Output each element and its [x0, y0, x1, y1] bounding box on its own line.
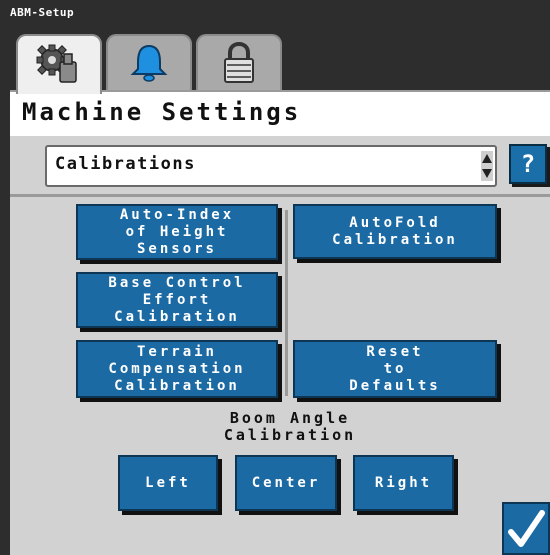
boom-center-button[interactable]: Center [235, 455, 337, 511]
tab-lock[interactable] [196, 34, 282, 90]
setup-window: ABM-Setup Machine Settings Calibrations … [0, 0, 550, 555]
checkmark-icon [508, 509, 545, 547]
base-control-effort-calibration-button[interactable]: Base Control Effort Calibration [76, 272, 278, 328]
tab-alarms[interactable] [106, 34, 192, 90]
page-title: Machine Settings [22, 98, 302, 126]
autofold-calibration-button[interactable]: AutoFold Calibration [293, 204, 497, 259]
app-title: ABM-Setup [10, 6, 75, 19]
lock-icon [224, 42, 254, 83]
dropdown-value: Calibrations [55, 154, 196, 174]
confirm-button[interactable] [502, 502, 550, 555]
section-divider [10, 194, 550, 197]
reset-to-defaults-button[interactable]: Reset to Defaults [293, 340, 497, 398]
boom-left-button[interactable]: Left [118, 455, 218, 511]
bell-icon [130, 44, 168, 82]
tab-settings[interactable] [16, 34, 102, 94]
terrain-compensation-calibration-button[interactable]: Terrain Compensation Calibration [76, 340, 278, 398]
boom-angle-calibration-label: Boom Angle Calibration [223, 409, 357, 444]
gears-icon [36, 44, 77, 83]
help-button[interactable]: ? [509, 144, 547, 184]
category-dropdown[interactable]: Calibrations [45, 145, 497, 187]
column-divider [285, 210, 288, 396]
updown-arrows-icon [481, 151, 493, 181]
page-header: Machine Settings [10, 90, 550, 136]
auto-index-height-sensors-button[interactable]: Auto-Index of Height Sensors [76, 204, 278, 260]
boom-right-button[interactable]: Right [353, 455, 454, 511]
